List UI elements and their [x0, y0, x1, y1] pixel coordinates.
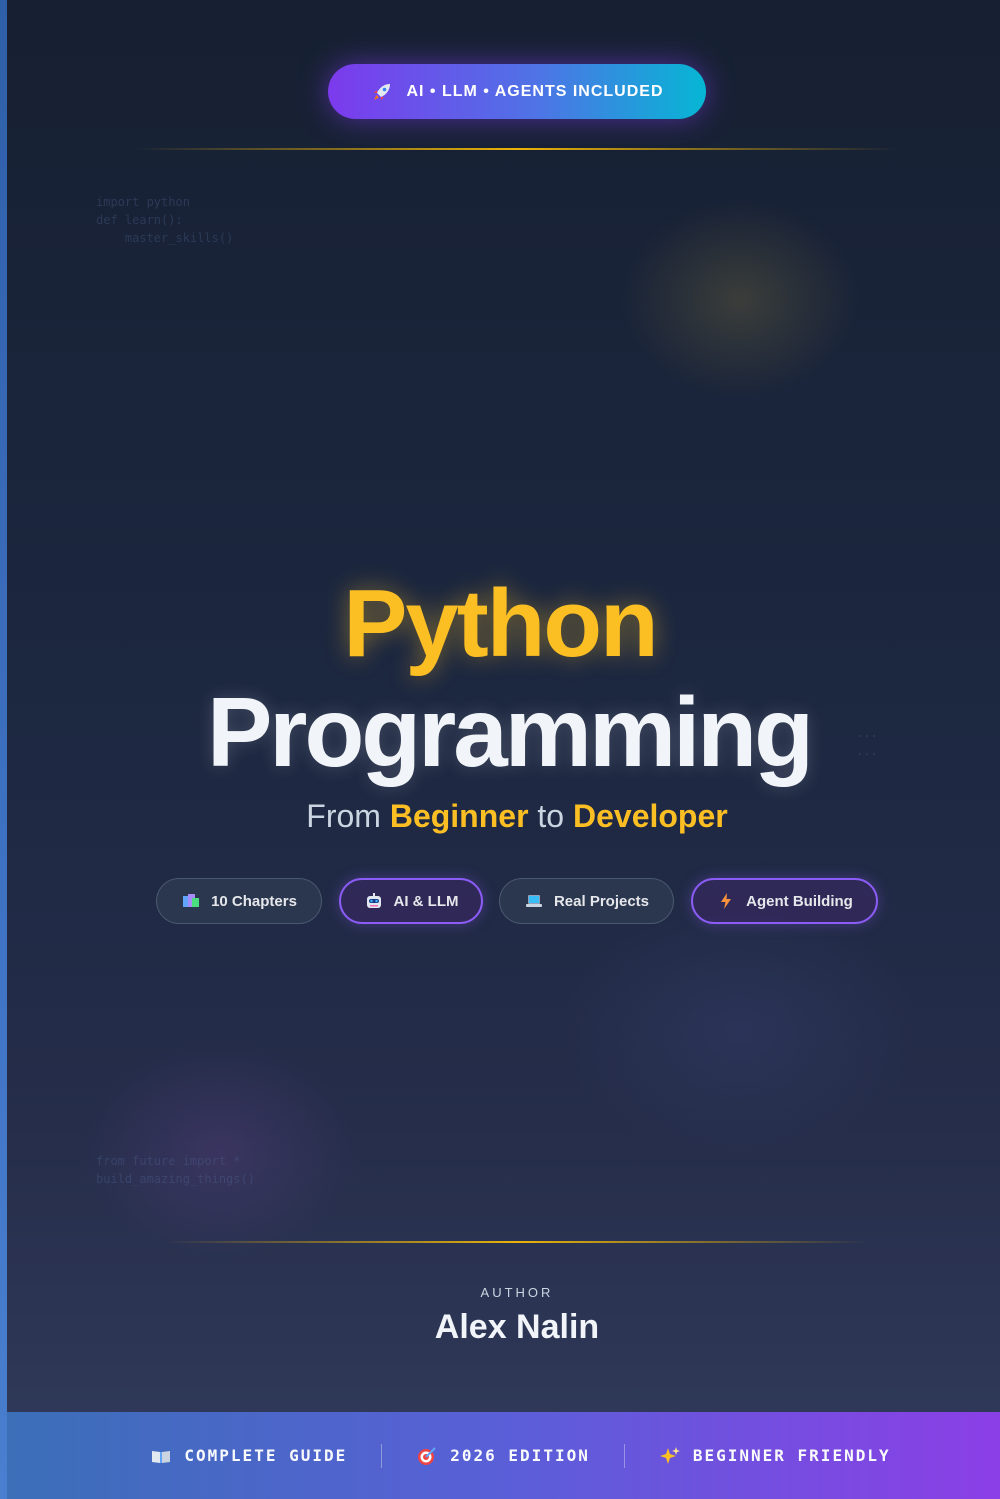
footer-separator [381, 1443, 383, 1468]
footer-bar: COMPLETE GUIDE 2026 EDITION BEGINNER FRI… [7, 1412, 1000, 1499]
footer-label-beginner-friendly: BEGINNER FRIENDLY [692, 1446, 891, 1465]
footer-label-complete-guide: COMPLETE GUIDE [184, 1446, 348, 1465]
feature-pill-real-projects: Real Projects [499, 878, 674, 924]
robot-icon [364, 891, 384, 911]
book-icon [150, 1445, 172, 1467]
laptop-icon [524, 891, 544, 911]
top-divider [135, 148, 900, 150]
bottom-divider [165, 1241, 870, 1243]
feature-label-real-projects: Real Projects [553, 892, 650, 910]
footer-separator [623, 1443, 625, 1468]
subtitle-highlight-developer: Developer [572, 798, 728, 834]
feature-pill-ai-llm: AI & LLM [339, 878, 483, 924]
books-icon [181, 891, 201, 911]
sparkles-icon [659, 1445, 681, 1467]
feature-label-chapters: 10 Chapters [211, 892, 297, 910]
target-icon [416, 1445, 438, 1467]
rocket-icon [370, 80, 394, 104]
gold-glow [620, 200, 860, 400]
feature-label-agent-building: Agent Building [746, 892, 853, 910]
lightning-icon [716, 891, 736, 911]
author-name: Alex Nalin [434, 1308, 600, 1346]
feature-label-ai-llm: AI & LLM [393, 892, 459, 910]
author-label: AUTHOR [480, 1285, 554, 1300]
code-snippet-top-left: import python def learn(): master_skills… [96, 195, 234, 245]
code-snippet-bottom-left: from future import * build_amazing_thing… [96, 1154, 255, 1186]
footer-label-edition: 2026 EDITION [450, 1446, 590, 1465]
title-python: Python [343, 570, 658, 677]
subtitle-highlight-beginner: Beginner [389, 798, 529, 834]
subtitle-part2: to [528, 798, 573, 834]
purple-glow [80, 1040, 360, 1260]
footer-item-complete-guide: COMPLETE GUIDE [150, 1445, 347, 1467]
footer-item-beginner-friendly: BEGINNER FRIENDLY [659, 1445, 891, 1467]
title-programming: Programming [206, 677, 814, 787]
subtitle-part1: From [306, 798, 390, 834]
subtitle: From Beginner to Developer [0, 795, 1000, 837]
badge-text: AI • LLM • AGENTS INCLUDED [406, 82, 664, 100]
top-badge: AI • LLM • AGENTS INCLUDED [328, 64, 706, 119]
feature-pill-chapters: 10 Chapters [156, 878, 322, 924]
footer-item-edition: 2026 EDITION [416, 1445, 590, 1467]
blue-glow [560, 900, 920, 1160]
feature-pill-agent-building: Agent Building [691, 878, 878, 924]
